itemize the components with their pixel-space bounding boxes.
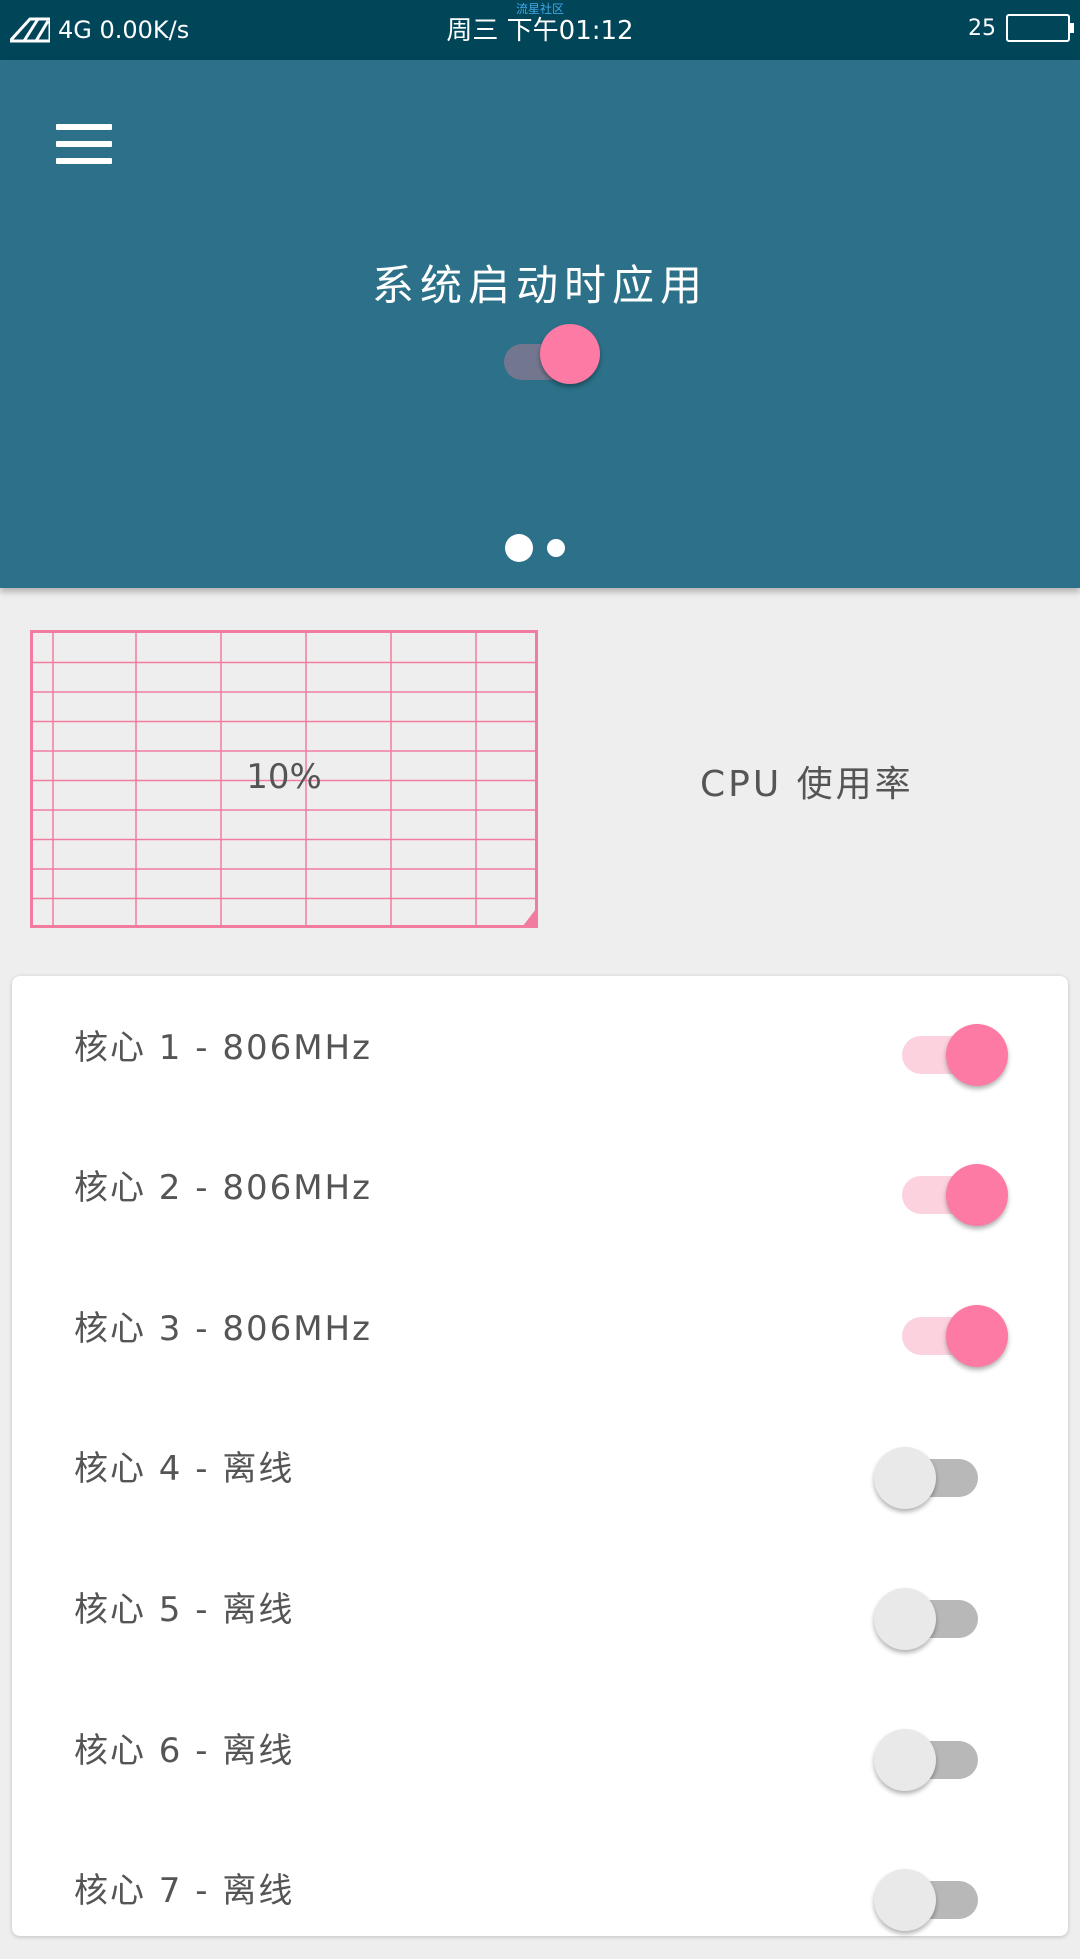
page-dot-active[interactable] bbox=[505, 534, 533, 562]
core-row-3[interactable]: 核心 3 - 806MHz bbox=[12, 1257, 1068, 1397]
cpu-usage-percent: 10% bbox=[246, 757, 322, 797]
apply-on-boot-title: 系统启动时应用 bbox=[371, 261, 708, 310]
core-label: 核心 1 - 806MHz bbox=[74, 1028, 372, 1068]
core-row-2[interactable]: 核心 2 - 806MHz bbox=[12, 1116, 1068, 1256]
cpu-usage-graph: 10% bbox=[30, 630, 538, 928]
battery-icon bbox=[1006, 14, 1074, 42]
battery-level: 25 bbox=[968, 15, 996, 41]
cpu-usage-label: CPU 使用率 bbox=[700, 764, 914, 805]
core-label: 核心 2 - 806MHz bbox=[74, 1168, 372, 1208]
core-4-toggle[interactable] bbox=[874, 1437, 984, 1509]
core-6-toggle[interactable] bbox=[874, 1719, 984, 1791]
core-1-toggle[interactable] bbox=[902, 1014, 1012, 1086]
core-label: 核心 4 - 离线 bbox=[74, 1449, 295, 1489]
core-7-toggle[interactable] bbox=[874, 1859, 984, 1931]
core-row-1[interactable]: 核心 1 - 806MHz bbox=[12, 976, 1068, 1116]
core-label: 核心 5 - 离线 bbox=[74, 1590, 295, 1630]
core-label: 核心 6 - 离线 bbox=[74, 1731, 295, 1771]
status-right: 25 bbox=[968, 14, 1074, 42]
status-bar: 流星社区 4G 0.00K/s 周三 下午01:12 25 bbox=[0, 0, 1080, 60]
core-2-toggle[interactable] bbox=[902, 1154, 1012, 1226]
core-5-toggle[interactable] bbox=[874, 1578, 984, 1650]
cores-card: 核心 1 - 806MHz 核心 2 - 806MHz 核心 3 - 806MH… bbox=[12, 976, 1068, 1936]
status-datetime: 周三 下午01:12 bbox=[446, 16, 634, 46]
page-indicator bbox=[505, 534, 565, 562]
core-row-4[interactable]: 核心 4 - 离线 bbox=[12, 1397, 1068, 1537]
cpu-usage-fill bbox=[523, 910, 535, 925]
core-label: 核心 3 - 806MHz bbox=[74, 1309, 372, 1349]
toggle-knob bbox=[540, 324, 600, 384]
core-row-6[interactable]: 核心 6 - 离线 bbox=[12, 1679, 1068, 1819]
core-row-5[interactable]: 核心 5 - 离线 bbox=[12, 1538, 1068, 1678]
header-panel: 系统启动时应用 bbox=[0, 60, 1080, 588]
hamburger-menu-icon[interactable] bbox=[56, 124, 112, 168]
apply-on-boot-toggle[interactable] bbox=[504, 324, 600, 388]
core-3-toggle[interactable] bbox=[902, 1295, 1012, 1367]
page-dot-inactive[interactable] bbox=[547, 539, 565, 557]
core-label: 核心 7 - 离线 bbox=[74, 1871, 295, 1911]
core-row-7[interactable]: 核心 7 - 离线 bbox=[12, 1819, 1068, 1959]
